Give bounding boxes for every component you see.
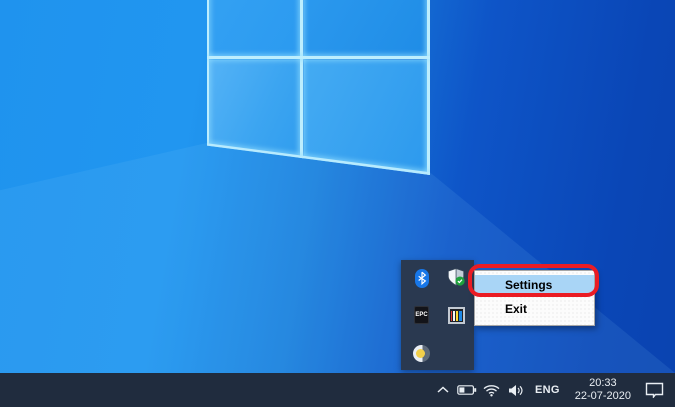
wallpaper-edge [207, 0, 209, 145]
wallpaper-edge [300, 0, 303, 175]
wifi-icon[interactable] [480, 373, 504, 407]
media-app-icon[interactable] [446, 305, 466, 325]
epic-games-badge: EPC [414, 306, 429, 324]
windows-security-icon[interactable] [446, 267, 466, 287]
wallpaper-edge [427, 0, 430, 175]
volume-icon[interactable] [504, 373, 528, 407]
battery-icon[interactable] [454, 373, 480, 407]
desktop: EPC Settings Exit ENG 20:33 22-07-2020 [0, 0, 675, 407]
wallpaper-pane [207, 0, 300, 56]
show-hidden-icons-chevron[interactable] [432, 373, 454, 407]
language-indicator[interactable]: ENG [528, 373, 567, 407]
taskbar-clock[interactable]: 20:33 22-07-2020 [567, 373, 639, 407]
wallpaper-pane [304, 0, 430, 56]
clock-time: 20:33 [589, 377, 617, 389]
bluetooth-icon[interactable] [413, 267, 431, 289]
epic-games-icon[interactable]: EPC [412, 305, 431, 325]
wallpaper-window-logo [207, 0, 430, 175]
wallpaper-pane [207, 60, 300, 175]
taskbar-tray-area: ENG 20:33 22-07-2020 [432, 373, 669, 407]
night-light-badge [412, 344, 430, 362]
action-center-icon[interactable] [639, 373, 669, 407]
menu-item-settings[interactable]: Settings [475, 275, 594, 295]
wallpaper-edge [207, 56, 430, 59]
menu-item-exit[interactable]: Exit [475, 299, 594, 319]
night-light-icon[interactable] [411, 343, 431, 363]
tray-overflow-popup: EPC [401, 260, 474, 370]
tray-context-menu: Settings Exit [474, 270, 595, 326]
clock-date: 22-07-2020 [574, 390, 631, 402]
taskbar: ENG 20:33 22-07-2020 [0, 373, 675, 407]
media-app-badge [447, 306, 465, 324]
bluetooth-badge [415, 268, 429, 288]
